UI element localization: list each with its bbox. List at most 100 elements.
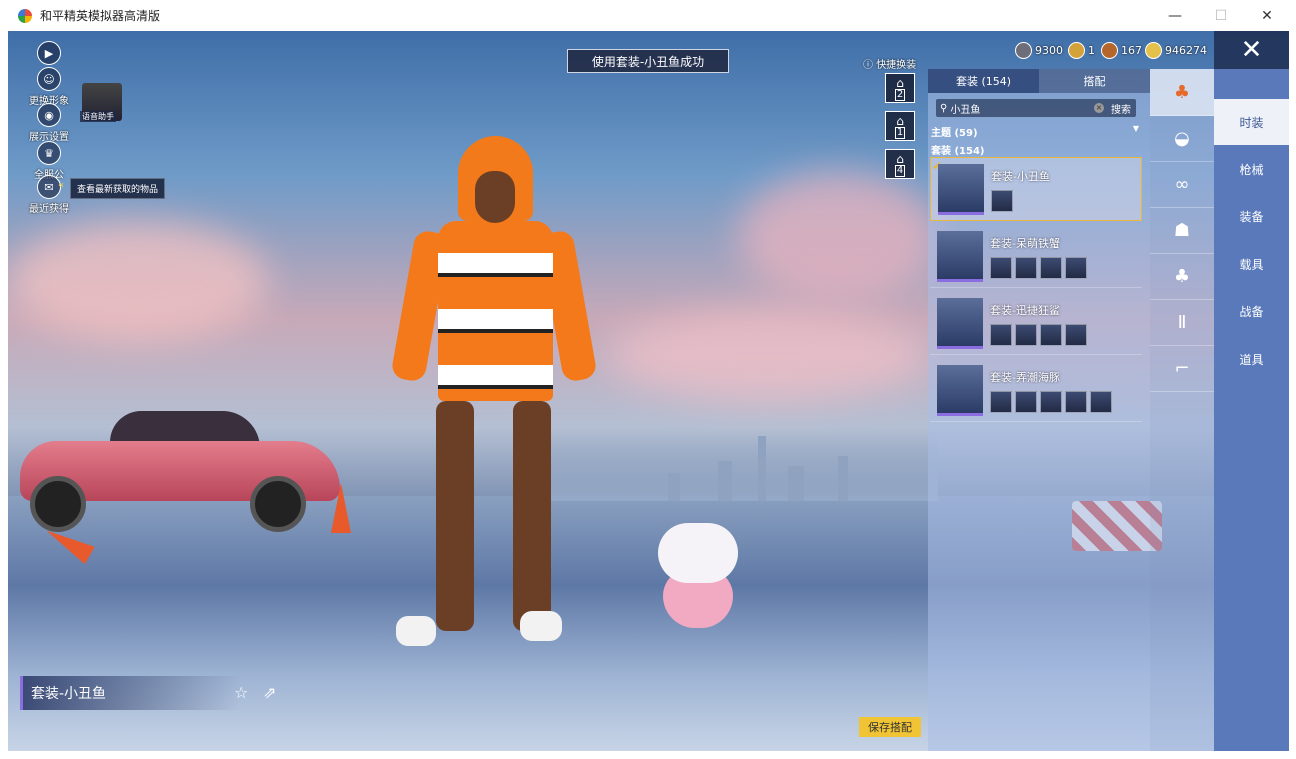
top-icon[interactable]: ♣ <box>1150 253 1214 300</box>
list-item[interactable]: 套装-呆萌铁蟹 <box>930 225 1142 288</box>
recent-items-tooltip: 查看最新获取的物品 <box>70 178 166 199</box>
bunny-head <box>658 523 738 583</box>
menu-vehicles[interactable]: 载具 <box>1214 241 1289 287</box>
menu-items[interactable]: 道具 <box>1214 336 1289 382</box>
part-thumbnail[interactable] <box>1065 257 1087 279</box>
outfit-item-name: 套装-呆萌铁蟹 <box>990 237 1060 250</box>
part-thumbnail[interactable] <box>991 190 1013 212</box>
cloud <box>608 311 928 401</box>
pants-icon[interactable]: Ⅱ <box>1150 299 1214 346</box>
menu-weapons[interactable]: 枪械 <box>1214 146 1289 192</box>
traffic-cone <box>331 483 351 533</box>
arrow-icon: « <box>58 180 65 191</box>
game-viewport: ▶ ☺ 更换形象 ◉ 展示设置 ♛ 全服公 ✉ 最近获得 语音助手 « 查看最新… <box>8 31 1289 751</box>
part-thumbnail[interactable] <box>1040 324 1062 346</box>
recent-items-label: 最近获得 <box>29 204 69 215</box>
list-item[interactable]: ✔ 套装-小丑鱼 <box>930 157 1142 221</box>
save-outfit-button[interactable]: 保存搭配 <box>859 717 921 737</box>
outfit-thumbnail <box>937 231 983 282</box>
tab-combos[interactable]: 搭配 <box>1039 69 1150 93</box>
suit-icon[interactable]: ♣ <box>1150 69 1214 116</box>
shoes-icon[interactable]: ⌐ <box>1150 345 1214 392</box>
slot-number: 4 <box>894 165 906 177</box>
cloud <box>8 221 268 341</box>
search-input[interactable]: ⚲ 小丑鱼 × 搜索 <box>936 99 1136 117</box>
part-thumbnail[interactable] <box>1090 391 1112 413</box>
minimize-button[interactable]: — <box>1152 0 1198 31</box>
character-leg <box>513 401 551 631</box>
panel-tabs: 套装 (154) 搭配 <box>928 69 1150 93</box>
play-button[interactable]: ▶ <box>23 41 75 65</box>
outfit-item-name: 套装-迅捷狂鲨 <box>990 304 1060 317</box>
clear-icon[interactable]: × <box>1094 103 1104 113</box>
part-thumbnail[interactable] <box>1065 391 1087 413</box>
currency-gold: 946274 <box>1145 41 1207 59</box>
sports-car <box>20 406 340 532</box>
quick-slot-4[interactable]: ⌂ 4 <box>885 149 915 179</box>
hat-icon[interactable]: ◒ <box>1150 115 1214 162</box>
part-thumbnail[interactable] <box>1040 391 1062 413</box>
quick-change-label[interactable]: ⓘ 快捷换装 <box>863 56 916 71</box>
menu-fashion[interactable]: 时装 <box>1214 99 1289 145</box>
display-settings-button[interactable]: ◉ 展示设置 <box>23 103 75 143</box>
success-toast: 使用套装-小丑鱼成功 <box>567 49 729 73</box>
character-leg <box>436 401 474 631</box>
current-outfit-name: 套装-小丑鱼 <box>20 676 241 710</box>
theme-label: 主题 (59) <box>931 128 978 139</box>
share-icon[interactable]: ⇗ <box>263 683 276 702</box>
recent-items-button[interactable]: ✉ 最近获得 <box>23 175 75 215</box>
person-icon: ☺ <box>37 67 61 91</box>
maximize-button[interactable]: ☐ <box>1198 0 1244 31</box>
glasses-icon[interactable]: ∞ <box>1150 161 1214 208</box>
character-face <box>475 171 515 223</box>
theme-dropdown[interactable]: 主题 (59) ▼ <box>931 124 1141 139</box>
app-icon <box>18 8 32 23</box>
currency-gold-token: 1 <box>1068 41 1095 59</box>
hanger-icon: ⌂ <box>896 76 904 90</box>
car-wheel <box>30 476 86 532</box>
outfit-count: 套装 (154) <box>931 146 985 157</box>
bunny-pet <box>653 523 743 633</box>
part-thumbnail[interactable] <box>990 324 1012 346</box>
menu-combat-gear[interactable]: 战备 <box>1214 288 1289 334</box>
title-bar: 和平精英模拟器高清版 — ☐ ✕ <box>0 0 1296 31</box>
token-icon <box>1068 41 1085 59</box>
part-thumbnail[interactable] <box>1015 391 1037 413</box>
outfit-thumbnail <box>938 164 984 215</box>
close-window-button[interactable]: ✕ <box>1244 0 1290 31</box>
quick-slot-2[interactable]: ⌂ 2 <box>885 73 915 103</box>
change-avatar-button[interactable]: ☺ 更换形象 <box>23 67 75 107</box>
close-icon[interactable]: ✕ <box>1214 31 1289 69</box>
part-thumbnail[interactable] <box>1065 324 1087 346</box>
outfit-parts <box>990 257 1087 279</box>
hanger-icon: ⌂ <box>896 152 904 166</box>
crown-icon: ♛ <box>37 141 61 165</box>
quick-slot-1[interactable]: ⌂ 1 <box>885 111 915 141</box>
play-icon: ▶ <box>37 41 61 65</box>
outfit-panel: 套装 (154) 搭配 ⚲ 小丑鱼 × 搜索 主题 (59) ▼ 套装 (154)… <box>928 69 1150 751</box>
search-icon: ⚲ <box>940 102 948 114</box>
part-thumbnail[interactable] <box>1015 324 1037 346</box>
city-skyline <box>548 431 938 501</box>
outfit-item-name: 套装-小丑鱼 <box>991 170 1050 183</box>
outfit-thumbnail <box>937 298 983 349</box>
list-item[interactable]: 套装-迅捷狂鲨 <box>930 292 1142 355</box>
list-item[interactable]: 套装-弄潮海豚 <box>930 359 1142 422</box>
menu-equipment[interactable]: 装备 <box>1214 193 1289 239</box>
favorite-icon[interactable]: ☆ <box>234 683 248 702</box>
part-thumbnail[interactable] <box>1015 257 1037 279</box>
search-button[interactable]: 搜索 <box>1111 101 1131 116</box>
outfit-parts <box>990 391 1112 413</box>
part-thumbnail[interactable] <box>990 391 1012 413</box>
part-thumbnail[interactable] <box>990 257 1012 279</box>
clownfish-dress <box>438 221 553 401</box>
part-thumbnail[interactable] <box>1040 257 1062 279</box>
eye-icon: ◉ <box>37 103 61 127</box>
hanger-icon: ⌂ <box>896 114 904 128</box>
tab-outfits[interactable]: 套装 (154) <box>928 69 1039 93</box>
mask-icon[interactable]: ☗ <box>1150 207 1214 254</box>
bronze-coin-icon <box>1101 41 1118 59</box>
app-window: 和平精英模拟器高清版 — ☐ ✕ ▶ ☺ 更换形象 ◉ 展示设置 ♛ ✉ 最近获… <box>0 0 1296 759</box>
outfit-item-name: 套装-弄潮海豚 <box>990 371 1060 384</box>
voice-assistant-label: 语音助手 <box>80 111 116 122</box>
